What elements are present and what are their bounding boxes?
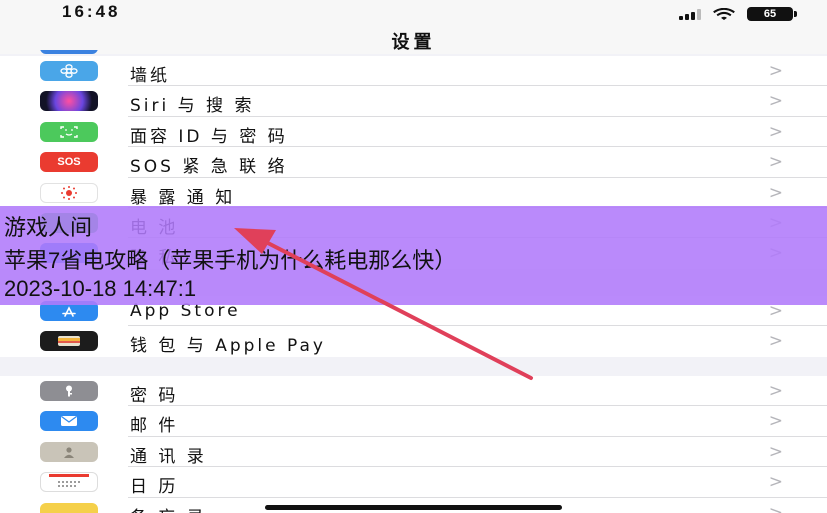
faceid-icon <box>40 121 98 142</box>
settings-row-contacts[interactable]: 通 讯 录 > <box>0 437 827 468</box>
settings-row-wallet[interactable]: 钱 包 与 Apple Pay > <box>0 326 827 356</box>
mail-icon <box>40 411 98 432</box>
calendar-icon <box>40 472 98 493</box>
battery-icon: 65 <box>747 7 797 21</box>
status-icons: 65 <box>679 7 797 21</box>
chevron-right-icon: > <box>768 182 783 203</box>
settings-row-siri[interactable]: Siri 与 搜 索 > <box>0 86 827 117</box>
settings-group-2: App Store > 钱 包 与 Apple Pay > <box>0 296 827 357</box>
article-caption-overlay: 游戏人间 苹果7省电攻略（苹果手机为什么耗电那么快） 2023-10-18 14… <box>0 206 827 305</box>
key-icon <box>40 381 98 401</box>
settings-row-label: 钱 包 与 Apple Pay <box>130 336 326 357</box>
settings-row-password[interactable]: 密 码 > <box>0 376 827 407</box>
chevron-right-icon: > <box>768 331 783 352</box>
notes-icon <box>40 502 98 513</box>
chevron-right-icon: > <box>768 61 783 81</box>
settings-row-label: 密 码 <box>130 386 179 406</box>
settings-row-exposure[interactable]: 暴 露 通 知 > <box>0 178 827 208</box>
settings-row-label: 日 历 <box>130 477 179 498</box>
settings-row-label: Siri 与 搜 索 <box>130 96 255 117</box>
settings-row-label: 备 忘 录 <box>130 503 207 513</box>
status-bar: 16:48 65 <box>0 0 827 26</box>
settings-row-label: 邮 件 <box>130 416 179 437</box>
settings-row-label: 通 讯 录 <box>130 446 207 467</box>
sos-icon: SOS <box>40 152 98 173</box>
chevron-right-icon: > <box>768 411 783 432</box>
settings-row-label: 面容 ID 与 密 码 <box>130 126 288 147</box>
chevron-right-icon: > <box>768 472 783 493</box>
flower-icon <box>40 61 98 81</box>
settings-row-calendar[interactable]: 日 历 > <box>0 467 827 498</box>
chevron-right-icon: > <box>768 152 783 173</box>
settings-row-label: 暴 露 通 知 <box>130 187 236 208</box>
chevron-right-icon: > <box>768 121 783 142</box>
overlay-title: 苹果7省电攻略（苹果手机为什么耗电那么快） <box>4 248 457 273</box>
wifi-icon <box>713 8 735 20</box>
chevron-right-icon: > <box>768 502 783 513</box>
signal-icon <box>679 8 701 20</box>
settings-row-wallpaper[interactable]: 墙纸 > <box>0 56 827 87</box>
contacts-icon <box>40 441 98 462</box>
settings-group-3: 密 码 > 邮 件 > 通 讯 录 > 日 历 > 备 忘 录 > <box>0 376 827 513</box>
settings-row-mail[interactable]: 邮 件 > <box>0 406 827 437</box>
overlay-source: 游戏人间 <box>4 215 93 240</box>
home-indicator <box>265 505 562 510</box>
wallet-icon <box>40 331 98 352</box>
settings-row-label: SOS 紧 急 联 络 <box>130 157 288 178</box>
chevron-right-icon: > <box>768 91 783 112</box>
settings-row-faceid[interactable]: 面容 ID 与 密 码 > <box>0 117 827 148</box>
chevron-right-icon: > <box>768 441 783 462</box>
chevron-right-icon: > <box>768 381 783 401</box>
settings-row-sos[interactable]: SOS SOS 紧 急 联 络 > <box>0 147 827 178</box>
settings-row-label: 墙纸 <box>130 66 170 86</box>
siri-icon <box>40 91 98 112</box>
exposure-icon <box>40 182 98 203</box>
status-time: 16:48 <box>62 2 121 21</box>
overlay-timestamp: 2023-10-18 14:47:1 <box>4 276 197 301</box>
